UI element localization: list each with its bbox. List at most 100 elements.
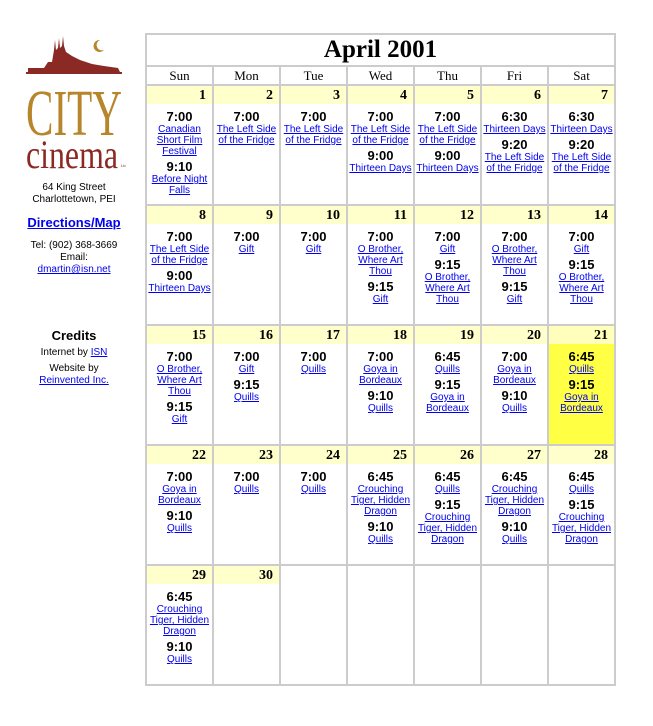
showtimes-list: 7:00 Quills — [214, 464, 279, 495]
film-link[interactable]: Quills — [483, 534, 546, 545]
film-link[interactable]: Crouching Tiger, Hidden Dragon — [148, 604, 211, 637]
film-link[interactable]: Gift — [483, 294, 546, 305]
film-link[interactable]: Quills — [282, 484, 345, 495]
directions-map-link[interactable]: Directions/Map — [27, 215, 120, 230]
film-link[interactable]: The Left Side of the Fridge — [349, 124, 412, 146]
showtime: 9:10 — [166, 159, 193, 174]
showtime: 9:10 — [166, 639, 193, 654]
showtimes-list: 7:00 Goya in Bordeaux 9:10 Quills — [482, 344, 547, 414]
showtime: 6:45 — [434, 469, 461, 484]
film-link[interactable]: Quills — [416, 484, 479, 495]
showtime: 9:10 — [501, 519, 528, 534]
film-link[interactable]: Thirteen Days — [349, 163, 412, 174]
film-link[interactable]: Thirteen Days — [148, 283, 211, 294]
film-link[interactable]: O Brother, Where Art Thou — [416, 272, 479, 305]
empty-day-cell — [480, 564, 549, 686]
film-link[interactable]: The Left Side of the Fridge — [148, 244, 211, 266]
showtime: 7:00 — [300, 109, 327, 124]
film-link[interactable]: The Left Side of the Fridge — [282, 124, 345, 146]
film-link[interactable]: Goya in Bordeaux — [550, 392, 613, 414]
film-link[interactable]: Quills — [483, 403, 546, 414]
day-cell: 26 6:45 Quills 9:15 Crouching Tiger, Hidden … — [413, 444, 482, 566]
film-link[interactable]: The Left Side of the Fridge — [215, 124, 278, 146]
film-link[interactable]: Gift — [282, 244, 345, 255]
contact-info: Tel: (902) 368-3669 Email: dmartin@isn.n… — [0, 240, 148, 276]
film-link[interactable]: Goya in Bordeaux — [483, 364, 546, 386]
sidebar: CITY cinema Ltd. 64 King Street Charlott… — [0, 34, 148, 391]
film-link[interactable]: The Left Side of the Fridge — [483, 152, 546, 174]
day-number: 24 — [281, 446, 346, 464]
day-cell: 4 7:00 The Left Side of the Fridge 9:00 Thir… — [346, 84, 415, 206]
film-link[interactable]: Canadian Short Film Festival — [148, 124, 211, 157]
film-link[interactable]: Thirteen Days — [550, 124, 613, 135]
film-link[interactable]: Goya in Bordeaux — [416, 392, 479, 414]
calendar-body: 1 7:00 Canadian Short Film Festival 9:10 Bef… — [145, 84, 616, 686]
day-number: 21 — [549, 326, 614, 344]
day-number: 10 — [281, 206, 346, 224]
film-link[interactable]: Quills — [282, 364, 345, 375]
showtime: 7:00 — [300, 469, 327, 484]
empty-day-cell — [346, 564, 415, 686]
showtime: 9:10 — [367, 519, 394, 534]
showtime: 9:00 — [367, 148, 394, 163]
film-link[interactable]: Thirteen Days — [416, 163, 479, 174]
film-link[interactable]: Quills — [550, 364, 613, 375]
film-link[interactable]: O Brother, Where Art Thou — [349, 244, 412, 277]
showtime: 6:45 — [367, 469, 394, 484]
isn-link[interactable]: ISN — [91, 347, 108, 358]
credits-heading: Credits — [51, 328, 97, 343]
film-link[interactable]: Quills — [416, 364, 479, 375]
film-link[interactable]: Before Night Falls — [148, 174, 211, 196]
weekday-header-row: Sun Mon Tue Wed Thu Fri Sat — [145, 65, 616, 86]
film-link[interactable]: Crouching Tiger, Hidden Dragon — [416, 512, 479, 545]
film-link[interactable]: Quills — [148, 654, 211, 665]
film-link[interactable]: Quills — [550, 484, 613, 495]
showtime: 7:00 — [300, 349, 327, 364]
showtimes-list: 7:00 The Left Side of the Fridge 9:00 Thirt… — [147, 224, 212, 294]
weekday-header: Fri — [480, 65, 549, 86]
showtimes-list: 7:00 Gift — [214, 224, 279, 255]
showtime: 7:00 — [434, 229, 461, 244]
film-link[interactable]: Gift — [550, 244, 613, 255]
day-cell: 22 7:00 Goya in Bordeaux 9:10 Quills — [145, 444, 214, 566]
film-link[interactable]: Gift — [349, 294, 412, 305]
film-link[interactable]: Gift — [416, 244, 479, 255]
film-link[interactable]: O Brother, Where Art Thou — [550, 272, 613, 305]
calendar-title: April 2001 — [145, 33, 616, 67]
film-link[interactable]: Gift — [148, 414, 211, 425]
film-link[interactable]: Quills — [349, 534, 412, 545]
film-link[interactable]: The Left Side of the Fridge — [416, 124, 479, 146]
film-link[interactable]: Gift — [215, 364, 278, 375]
calendar-week-row: 1 7:00 Canadian Short Film Festival 9:10 Bef… — [145, 84, 616, 206]
film-link[interactable]: The Left Side of the Fridge — [550, 152, 613, 174]
showtime: 9:20 — [568, 137, 595, 152]
film-link[interactable]: Quills — [215, 392, 278, 403]
film-link[interactable]: Crouching Tiger, Hidden Dragon — [483, 484, 546, 517]
calendar-week-row: 29 6:45 Crouching Tiger, Hidden Dragon 9:10… — [145, 564, 616, 686]
reinvented-link[interactable]: Reinvented Inc. — [39, 375, 109, 386]
film-link[interactable]: Goya in Bordeaux — [349, 364, 412, 386]
calendar-week-row: 15 7:00 O Brother, Where Art Thou 9:15 Gift 1… — [145, 324, 616, 446]
film-link[interactable]: O Brother, Where Art Thou — [148, 364, 211, 397]
film-link[interactable]: Quills — [349, 403, 412, 414]
email-link[interactable]: dmartin@isn.net — [38, 264, 111, 275]
day-cell: 24 7:00 Quills — [279, 444, 348, 566]
film-link[interactable]: Crouching Tiger, Hidden Dragon — [550, 512, 613, 545]
film-link[interactable]: Quills — [148, 523, 211, 534]
showtimes-list: 6:45 Crouching Tiger, Hidden Dragon 9:10 Qu… — [348, 464, 413, 545]
weekday-header: Wed — [346, 65, 415, 86]
showtimes-list: 7:00 Gift 9:15 O Brother, Where Art Thou — [549, 224, 614, 305]
showtime: 9:15 — [434, 497, 461, 512]
email-label: Email: — [60, 252, 88, 263]
day-cell: 3 7:00 The Left Side of the Fridge — [279, 84, 348, 206]
film-link[interactable]: Goya in Bordeaux — [148, 484, 211, 506]
film-link[interactable]: Thirteen Days — [483, 124, 546, 135]
film-link[interactable]: Gift — [215, 244, 278, 255]
film-link[interactable]: Quills — [215, 484, 278, 495]
showtime: 6:45 — [434, 349, 461, 364]
showtime: 7:00 — [300, 229, 327, 244]
showtime: 6:30 — [568, 109, 595, 124]
film-link[interactable]: Crouching Tiger, Hidden Dragon — [349, 484, 412, 517]
empty-day-cell — [547, 564, 616, 686]
film-link[interactable]: O Brother, Where Art Thou — [483, 244, 546, 277]
